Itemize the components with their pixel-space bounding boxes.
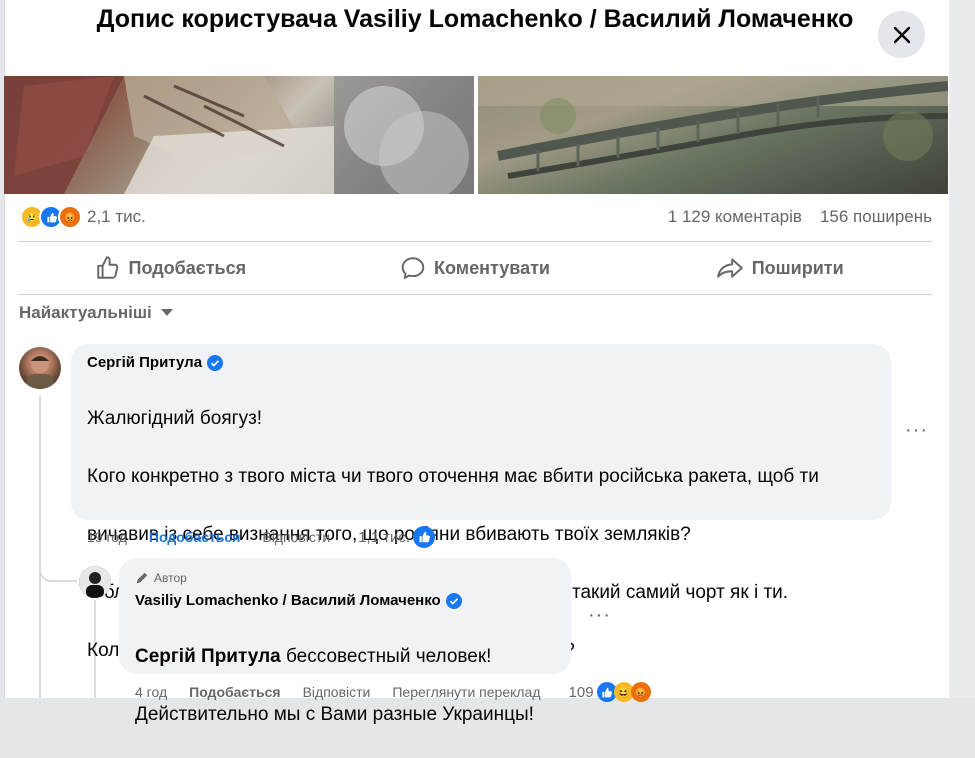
photo-damaged-fence-illustration	[478, 76, 948, 179]
photo-destroyed-building-illustration	[4, 76, 474, 194]
caret-down-icon	[160, 309, 173, 316]
comment-icon	[401, 257, 425, 280]
angry-reaction-icon: 😡	[630, 682, 651, 702]
author-badge-label: Автор	[154, 571, 187, 585]
comment-button-label: Коментувати	[434, 257, 550, 278]
verified-badge-icon	[207, 354, 224, 371]
comment-author-name: Сергій Притула	[87, 354, 203, 371]
sort-label: Найактуальніші	[19, 303, 152, 322]
avatar-photo	[79, 566, 111, 598]
comment-author[interactable]: Сергій Притула	[87, 354, 224, 371]
like-reaction-icon	[413, 526, 436, 548]
author-badge: Автор	[135, 571, 187, 585]
post-photos	[4, 76, 948, 194]
like-button[interactable]: Подобається	[18, 255, 323, 281]
comment-reaction-count[interactable]: 1,1 тис.	[358, 529, 410, 546]
thumbs-up-icon	[96, 256, 118, 279]
reply-line: Сергій Притула бессовестный человек!	[135, 642, 534, 671]
verified-badge-icon	[445, 592, 462, 609]
comment-options-button[interactable]: ···	[905, 419, 928, 442]
reply-author[interactable]: Vasiliy Lomachenko / Василий Ломаченко	[135, 592, 462, 609]
comment-time[interactable]: 19 год	[87, 529, 127, 545]
reply-author-name: Vasiliy Lomachenko / Василий Ломаченко	[135, 592, 441, 609]
share-icon	[716, 258, 743, 278]
share-button[interactable]: Поширити	[627, 255, 932, 281]
reaction-icons[interactable]: 😢 😡	[20, 205, 82, 229]
thread-line	[39, 395, 41, 698]
photo-damaged-fence[interactable]	[478, 76, 948, 194]
comment-reply-button[interactable]: Відповісти	[262, 529, 330, 545]
reaction-count[interactable]: 2,1 тис.	[87, 207, 146, 227]
photo-destroyed-building[interactable]	[4, 76, 474, 194]
angry-reaction-icon: 😡	[58, 205, 82, 229]
comment-line: Жалюгідний боягуз!	[87, 408, 263, 429]
pen-icon	[136, 572, 148, 584]
post-reactions-summary: 😢 😡 2,1 тис. 1 129 коментарів 156 пошире…	[20, 202, 932, 232]
comment-like-button[interactable]: Подобається	[149, 529, 240, 545]
thread-connector	[39, 560, 77, 582]
comment-sort-dropdown[interactable]: Найактуальніші	[19, 303, 174, 323]
like-button-label: Подобається	[128, 257, 247, 278]
comment-meta: 19 год Подобається Відповісти 1,1 тис.	[87, 526, 436, 548]
close-icon	[893, 26, 910, 43]
reply-line-text: бессовестный человек!	[280, 646, 492, 667]
reply-meta: 4 год Подобається Відповісти Переглянути…	[135, 682, 651, 702]
share-button-label: Поширити	[751, 257, 844, 278]
reply-line: Действительно мы с Вами разные Украинцы!	[135, 704, 534, 725]
avatar-photo	[27, 355, 53, 389]
page-background-strip	[948, 0, 975, 698]
reply-options-button[interactable]: ···	[588, 604, 611, 627]
avatar[interactable]	[79, 566, 111, 598]
comment-button[interactable]: Коментувати	[323, 255, 628, 281]
comments-count[interactable]: 1 129 коментарів	[668, 207, 802, 227]
avatar[interactable]	[19, 347, 61, 389]
mention-link[interactable]: Сергій Притула	[135, 646, 281, 667]
close-button[interactable]	[878, 11, 925, 58]
dialog-title: Допис користувача Vasiliy Lomachenko / В…	[96, 5, 854, 33]
shares-count[interactable]: 156 поширень	[820, 207, 932, 227]
comment-line: Кого конкретно з твого міста чи твого от…	[87, 466, 819, 487]
post-action-bar: Подобається Коментувати Поширити	[18, 241, 932, 295]
